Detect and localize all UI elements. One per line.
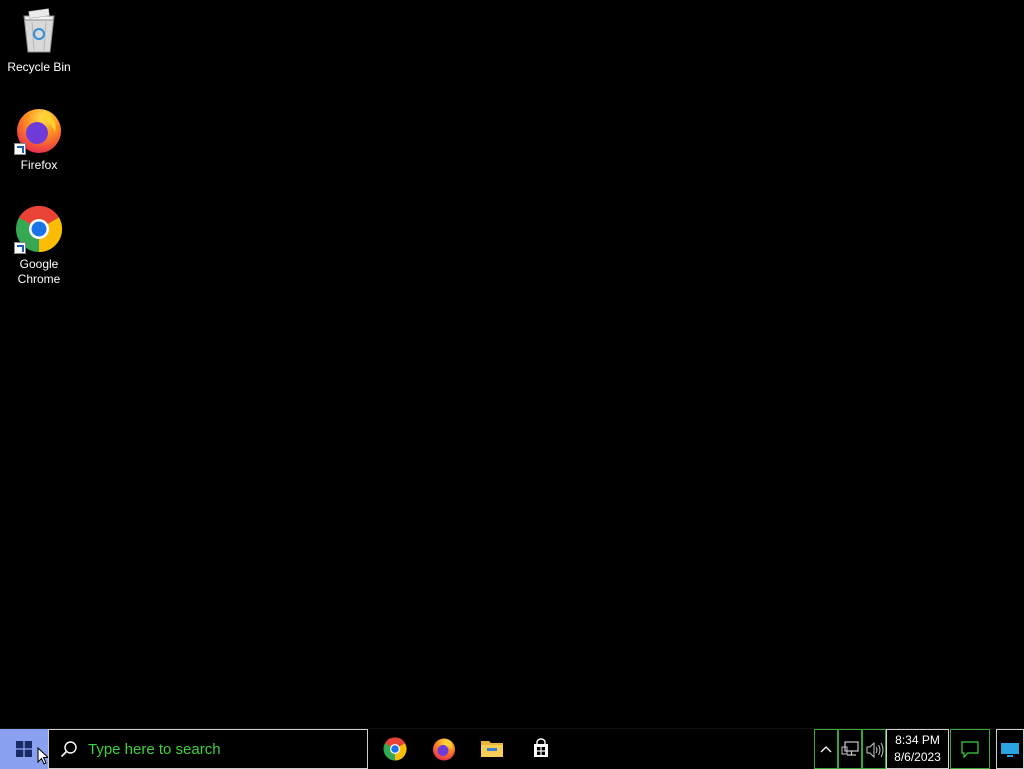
desktop-icon-recycle-bin[interactable]: Recycle Bin	[1, 8, 77, 75]
taskbar-app-file-explorer[interactable]	[468, 729, 516, 769]
firefox-icon	[433, 738, 455, 761]
desktop-icon-firefox[interactable]: Firefox	[1, 106, 77, 173]
chrome-icon	[383, 737, 407, 761]
show-hidden-icons-button[interactable]	[814, 729, 838, 769]
volume-button[interactable]	[862, 729, 886, 769]
clock[interactable]: 8:34 PM 8/6/2023	[886, 729, 949, 769]
taskbar-app-firefox[interactable]	[420, 729, 468, 769]
show-desktop-button[interactable]	[996, 729, 1024, 769]
recycle-bin-icon	[15, 8, 63, 56]
chevron-up-icon	[820, 746, 832, 753]
taskbar-app-store[interactable]	[517, 729, 565, 769]
volume-icon	[866, 742, 884, 758]
notification-icon	[961, 741, 979, 759]
shortcut-arrow-icon	[14, 242, 26, 254]
windows-logo-icon	[16, 741, 32, 757]
taskbar-app-chrome[interactable]	[371, 729, 419, 769]
firefox-icon	[14, 106, 63, 155]
desktop-icon-label: Recycle Bin	[7, 60, 71, 74]
clock-time: 8:34 PM	[895, 733, 940, 747]
search-box[interactable]: Type here to search	[48, 729, 368, 769]
folder-icon	[481, 741, 503, 757]
chrome-icon	[14, 205, 63, 254]
network-icon	[841, 741, 859, 756]
clock-date: 8/6/2023	[894, 750, 941, 764]
desktop: Recycle Bin Firefox Google Chrome	[0, 0, 1024, 728]
action-center-button[interactable]	[950, 729, 990, 769]
start-button[interactable]	[0, 729, 49, 769]
desktop-icon-google-chrome[interactable]: Google Chrome	[1, 205, 77, 287]
desktop-icon-label: Google Chrome	[17, 257, 61, 286]
desktop-icon-label: Firefox	[20, 158, 58, 172]
show-desktop-icon	[1001, 743, 1019, 757]
search-icon	[60, 741, 77, 758]
network-button[interactable]	[838, 729, 862, 769]
store-icon	[534, 738, 548, 757]
taskbar: Type here to search 8:34 PM 8/6/2023	[0, 728, 1024, 769]
search-placeholder: Type here to search	[88, 741, 221, 758]
shortcut-arrow-icon	[14, 143, 26, 155]
